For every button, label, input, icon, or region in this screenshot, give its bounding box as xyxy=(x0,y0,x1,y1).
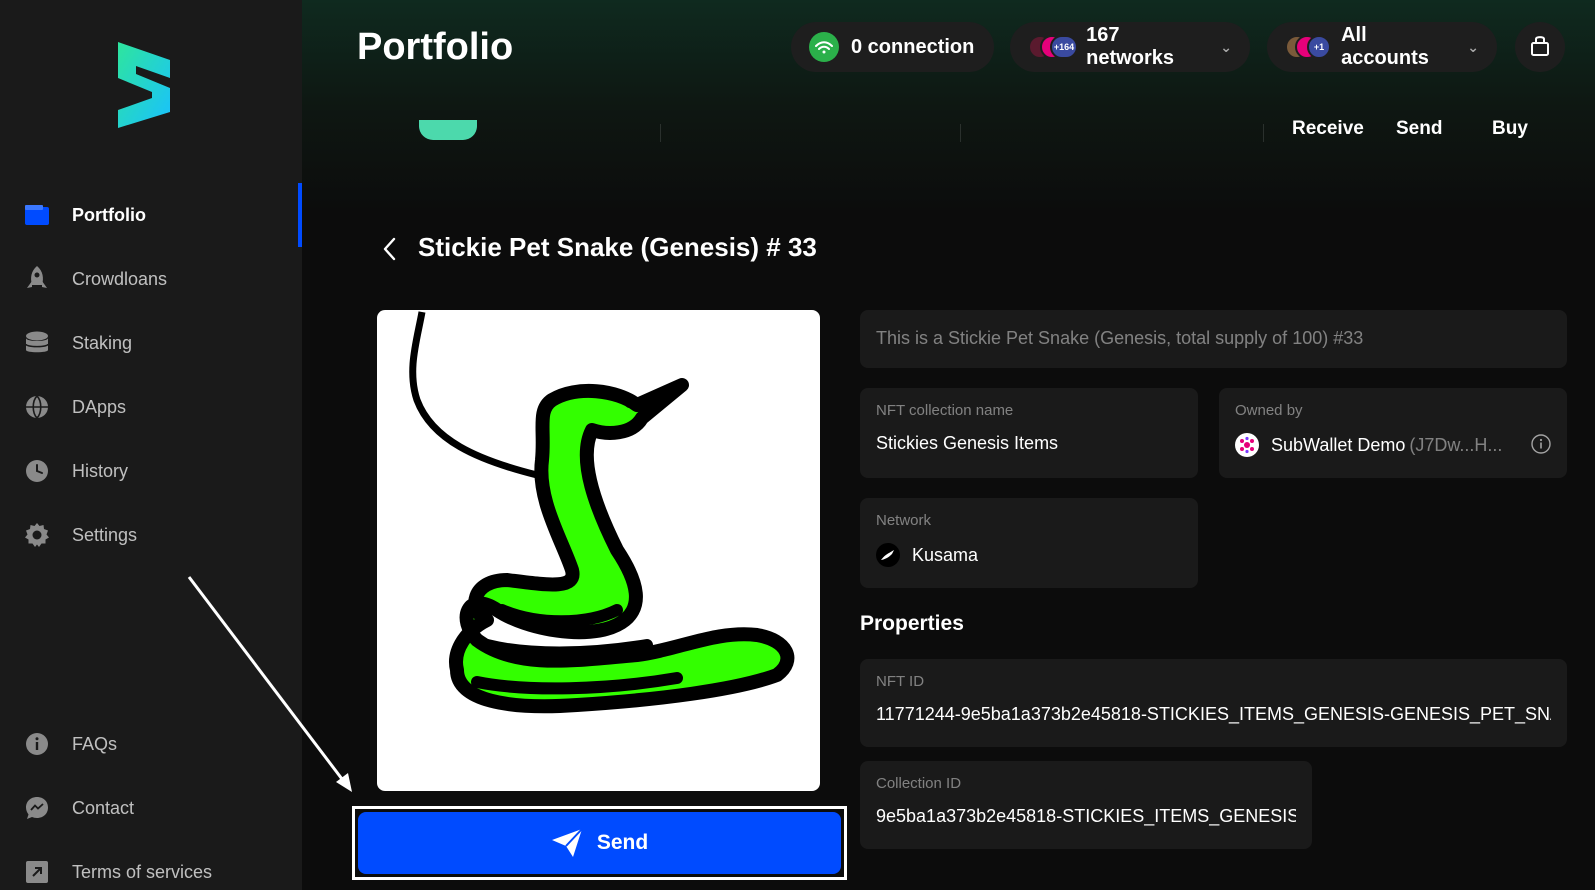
page-title: Portfolio xyxy=(357,26,514,68)
accounts-dropdown[interactable]: +1 All accounts ⌄ xyxy=(1267,22,1497,72)
connection-button[interactable]: 0 connection xyxy=(791,22,994,72)
sidebar-item-label: Staking xyxy=(72,332,133,353)
sidebar-item-history[interactable]: History xyxy=(0,439,302,503)
portfolio-actions: Receive Send Buy xyxy=(302,120,1595,150)
accounts-label: All accounts xyxy=(1341,24,1429,69)
wallet-icon xyxy=(24,202,50,228)
buy-button[interactable]: Buy xyxy=(1492,120,1528,140)
info-icon xyxy=(24,731,50,757)
collection-id-value: 9e5ba1a373b2e45818-STICKIES_ITEMS_GENESI… xyxy=(876,806,1296,826)
nft-id-card: NFT ID 11771244-9e5ba1a373b2e45818-STICK… xyxy=(860,659,1567,747)
connection-label: 0 connection xyxy=(851,35,975,58)
nft-description: This is a Stickie Pet Snake (Genesis, to… xyxy=(860,310,1567,368)
account-avatars-icon: +1 xyxy=(1285,34,1331,60)
chat-icon xyxy=(24,795,50,821)
sidebar-item-label: Settings xyxy=(72,524,138,545)
lock-button[interactable] xyxy=(1515,22,1565,72)
send-action-button[interactable]: Send xyxy=(1396,120,1442,140)
owner-name: SubWallet Demo xyxy=(1271,434,1406,455)
divider xyxy=(1263,124,1264,142)
networks-dropdown[interactable]: +164 167 networks ⌄ xyxy=(1010,22,1250,72)
balance-indicator xyxy=(419,120,477,140)
nft-image xyxy=(377,310,820,791)
globe-icon xyxy=(24,394,50,420)
properties-heading: Properties xyxy=(860,612,964,635)
owner-address: (J7Dw...H... xyxy=(1409,434,1503,455)
sidebar-item-portfolio[interactable]: Portfolio xyxy=(0,183,302,247)
receive-button[interactable]: Receive xyxy=(1292,120,1364,140)
collection-name-label: NFT collection name xyxy=(876,402,1014,419)
collection-name-card: NFT collection name Stickies Genesis Ite… xyxy=(860,388,1198,478)
sidebar-item-settings[interactable]: Settings xyxy=(0,503,302,567)
clock-icon xyxy=(24,458,50,484)
paper-plane-icon xyxy=(551,828,583,857)
network-value-row: Kusama xyxy=(876,543,1182,567)
main-content: Portfolio 0 connection +164 167 networks… xyxy=(302,0,1595,890)
nft-id-value: 11771244-9e5ba1a373b2e45818-STICKIES_ITE… xyxy=(876,704,1551,724)
chevron-down-icon: ⌄ xyxy=(1220,38,1232,55)
divider xyxy=(960,124,961,142)
back-arrow-icon[interactable] xyxy=(380,236,400,262)
collection-id-label: Collection ID xyxy=(876,775,962,792)
send-button[interactable]: Send xyxy=(358,812,841,874)
chevron-down-icon: ⌄ xyxy=(1467,38,1479,55)
network-card: Network Kusama xyxy=(860,498,1198,588)
sidebar-item-label: DApps xyxy=(72,396,127,417)
network-logos-icon: +164 xyxy=(1028,34,1078,60)
collection-name-value: Stickies Genesis Items xyxy=(876,433,1059,453)
accounts-count-badge: +1 xyxy=(1307,35,1331,59)
collection-id-card: Collection ID 9e5ba1a373b2e45818-STICKIE… xyxy=(860,761,1312,849)
sidebar-item-label: Portfolio xyxy=(72,204,146,225)
subwallet-logo[interactable] xyxy=(112,38,176,130)
owner-avatar xyxy=(1235,433,1259,457)
database-icon xyxy=(24,330,50,356)
lock-icon xyxy=(1530,34,1550,61)
networks-count-badge: +164 xyxy=(1050,35,1078,59)
sidebar: Portfolio Crowdloans Staking DApps Histo… xyxy=(0,0,302,890)
divider xyxy=(660,124,661,142)
nft-id-label: NFT ID xyxy=(876,673,925,690)
sidebar-item-crowdloans[interactable]: Crowdloans xyxy=(0,247,302,311)
kusama-icon xyxy=(876,543,900,567)
sidebar-item-staking[interactable]: Staking xyxy=(0,311,302,375)
nft-title: Stickie Pet Snake (Genesis) # 33 xyxy=(418,232,817,262)
sidebar-item-dapps[interactable]: DApps xyxy=(0,375,302,439)
network-name: Kusama xyxy=(912,544,979,565)
wifi-icon xyxy=(809,32,839,62)
sidebar-item-label: FAQs xyxy=(72,733,118,754)
owner-card: Owned by SubWallet Demo (J7Dw...H... xyxy=(1219,388,1567,478)
sidebar-item-contact[interactable]: Contact xyxy=(0,776,302,840)
sidebar-item-faqs[interactable]: FAQs xyxy=(0,712,302,776)
info-icon[interactable] xyxy=(1531,434,1551,459)
owner-label: Owned by xyxy=(1235,402,1303,419)
sidebar-item-label: History xyxy=(72,460,129,481)
sidebar-item-terms[interactable]: Terms of services xyxy=(0,840,302,890)
snake-illustration xyxy=(409,311,795,714)
networks-label: 167 networks xyxy=(1086,24,1174,69)
gear-icon xyxy=(24,522,50,548)
sidebar-item-label: Crowdloans xyxy=(72,268,168,289)
sidebar-item-label: Terms of services xyxy=(72,861,213,882)
external-link-icon xyxy=(24,859,50,885)
sidebar-item-label: Contact xyxy=(72,797,135,818)
send-label: Send xyxy=(596,831,649,854)
network-label: Network xyxy=(876,512,932,529)
rocket-icon xyxy=(24,266,50,292)
owner-value-row: SubWallet Demo (J7Dw...H... xyxy=(1235,433,1551,457)
